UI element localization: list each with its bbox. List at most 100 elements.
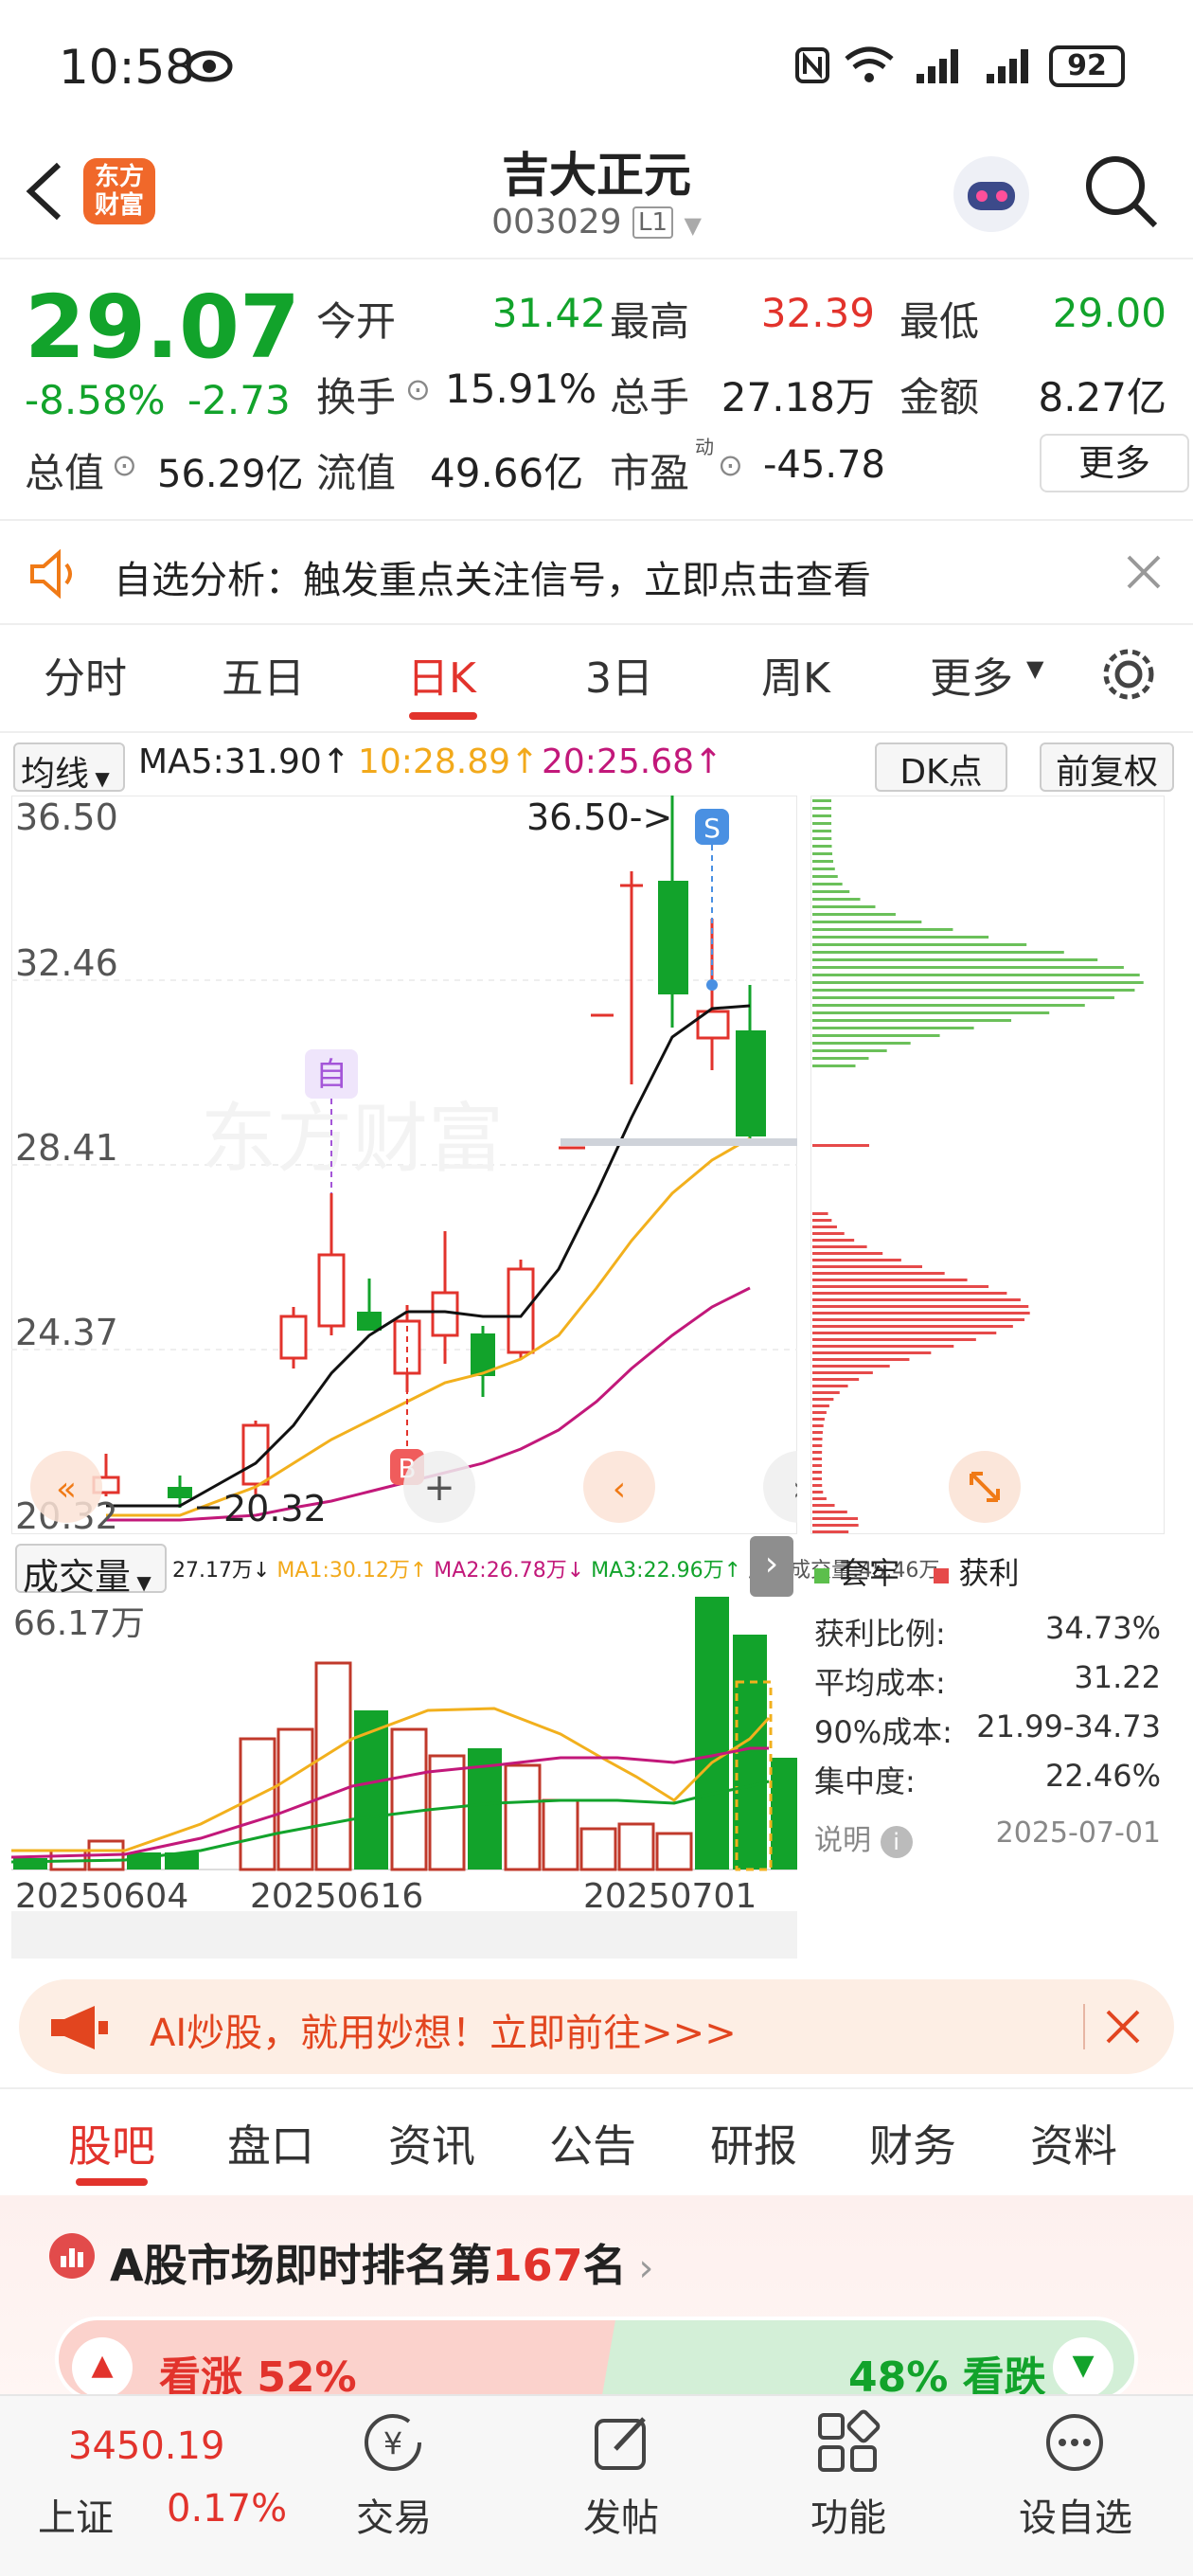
float-cap-value: 49.66亿 [430,450,584,496]
chip-bar [812,799,832,802]
indicator-select[interactable]: 均线 ▼ [13,742,125,794]
scroll-left-fast-button[interactable]: « [30,1451,102,1523]
nav-post[interactable]: 发帖 [545,2487,697,2542]
close-icon[interactable] [1125,553,1163,591]
chip-bar [812,1019,1012,1022]
app-logo[interactable]: 东方财富 [83,158,155,224]
volume-bar [428,1754,466,1871]
tab-profile[interactable]: 资料 [1030,2112,1117,2174]
tab-five-day[interactable]: 五日 [222,644,305,705]
svg-text:+: + [423,1466,455,1510]
amount-label: 金额 [899,374,980,420]
chip-note-link[interactable]: 说明 i [814,1816,913,1858]
chip-stat-label: 90%成本: [814,1714,953,1750]
chip-bar [812,974,1140,976]
index-value[interactable]: 3450.19 [68,2424,224,2468]
chip-bar [812,1351,932,1354]
chip-bar [812,1345,954,1348]
tab-more[interactable]: 更多 [930,644,1013,705]
chip-bar [812,1042,911,1045]
chip-bar [812,1517,859,1520]
candle [241,1421,270,1496]
volume-ma3: MA3:22.96万↑ [591,1559,741,1583]
more-dots-icon[interactable] [1042,2409,1108,2476]
tab-pankou[interactable]: 盘口 [227,2112,314,2174]
chip-bar [812,1411,827,1414]
y-tick: 36.50 [15,796,118,838]
volume-bar [354,1710,388,1869]
chip-bar [812,1418,825,1421]
chip-bar [812,905,876,908]
info-icon[interactable]: ⊙ [112,447,137,483]
divider [1083,2004,1085,2049]
tab-intraday[interactable]: 分时 [44,644,127,705]
nav-function[interactable]: 功能 [773,2487,924,2542]
chip-bar [812,1451,823,1454]
open-label: 今开 [316,298,397,345]
back-arrow-icon[interactable] [21,161,68,222]
ai-banner[interactable]: AI炒股，就用妙想！立即前往>>> [19,1979,1174,2074]
trade-icon[interactable]: ¥ [360,2409,426,2476]
tab-announcements[interactable]: 公告 [549,2112,636,2174]
float-cap-label: 流值 [316,450,397,496]
dk-point-button[interactable]: DK点 [875,742,1007,792]
chip-bar [812,1325,1013,1328]
volume-bar [542,1798,579,1871]
market-cap-value: 56.29亿 [157,453,304,496]
chip-bar [812,898,861,901]
close-icon[interactable] [1104,2008,1142,2046]
stock-code-row[interactable]: 003029 L1 ▼ [407,203,786,242]
svg-text:¥: ¥ [383,2425,402,2461]
gear-icon[interactable] [1100,646,1157,703]
svg-text:自: 自 [315,1056,347,1094]
tab-guba[interactable]: 股吧 [68,2112,155,2174]
crosshair-button[interactable]: + [403,1451,475,1523]
chevron-down-icon: ▼ [684,212,702,239]
function-grid-icon[interactable] [814,2409,881,2476]
chip-stat-value: 34.73% [1044,1610,1161,1646]
tab-daily-k[interactable]: 日K [407,644,476,705]
amount-value: 8.27亿 [1038,374,1166,420]
info-icon[interactable]: ⊙ [718,447,743,483]
index-change[interactable]: 0.17% [167,2487,287,2531]
tab-news[interactable]: 资讯 [388,2112,475,2174]
chip-bar [812,981,1144,984]
chip-bar [812,1219,832,1222]
chip-bar [812,1232,845,1235]
kline-chart[interactable]: 东方财富 自 B S 36.50 32.46 28.41 24.37 20.32… [11,796,797,1534]
chip-bar [812,1285,989,1288]
vote-down-button[interactable]: ▼ [1053,2337,1113,2398]
chip-bar [812,1305,1029,1308]
notice-bar[interactable]: 自选分析：触发重点关注信号，立即点击查看 [0,519,1193,625]
tab-weekly-k[interactable]: 周K [761,644,830,705]
volume-indicator-select[interactable]: 成交量 ▼ [15,1544,167,1598]
more-button[interactable]: 更多 [1040,434,1189,492]
chip-bar [812,1511,847,1513]
tab-research[interactable]: 研报 [710,2112,797,2174]
adjust-button[interactable]: 前复权 [1040,742,1174,792]
nav-add-watchlist[interactable]: 设自选 [1000,2487,1151,2542]
rank-text[interactable]: A股市场即时排名第167名 › [110,2231,653,2294]
chip-bar [812,1471,823,1474]
tab-3day[interactable]: 3日 [585,644,653,705]
chip-bar [812,951,1064,954]
signal-icon-2 [987,49,1028,83]
chip-bar [812,1292,1007,1295]
chip-bar [812,845,832,848]
edit-post-icon[interactable] [589,2409,655,2476]
chevron-right-icon[interactable]: › [750,1536,793,1597]
chip-bar [812,1004,1085,1007]
info-icon[interactable]: ⊙ [405,371,431,407]
tab-finance[interactable]: 财务 [869,2112,956,2174]
index-name[interactable]: 上证 [38,2487,114,2542]
nav-trade[interactable]: 交易 [318,2487,470,2542]
search-icon[interactable] [1081,152,1161,231]
robot-avatar-icon[interactable] [949,152,1034,237]
volume-bar [504,1763,542,1871]
chip-bar [812,1464,823,1467]
scroll-left-button[interactable]: ‹ [583,1451,655,1523]
vote-up-button[interactable]: ▲ [72,2337,133,2398]
ai-banner-text: AI炒股，就用妙想！立即前往>>> [150,2012,737,2055]
chip-bar [812,807,832,810]
expand-button[interactable] [949,1451,1021,1523]
